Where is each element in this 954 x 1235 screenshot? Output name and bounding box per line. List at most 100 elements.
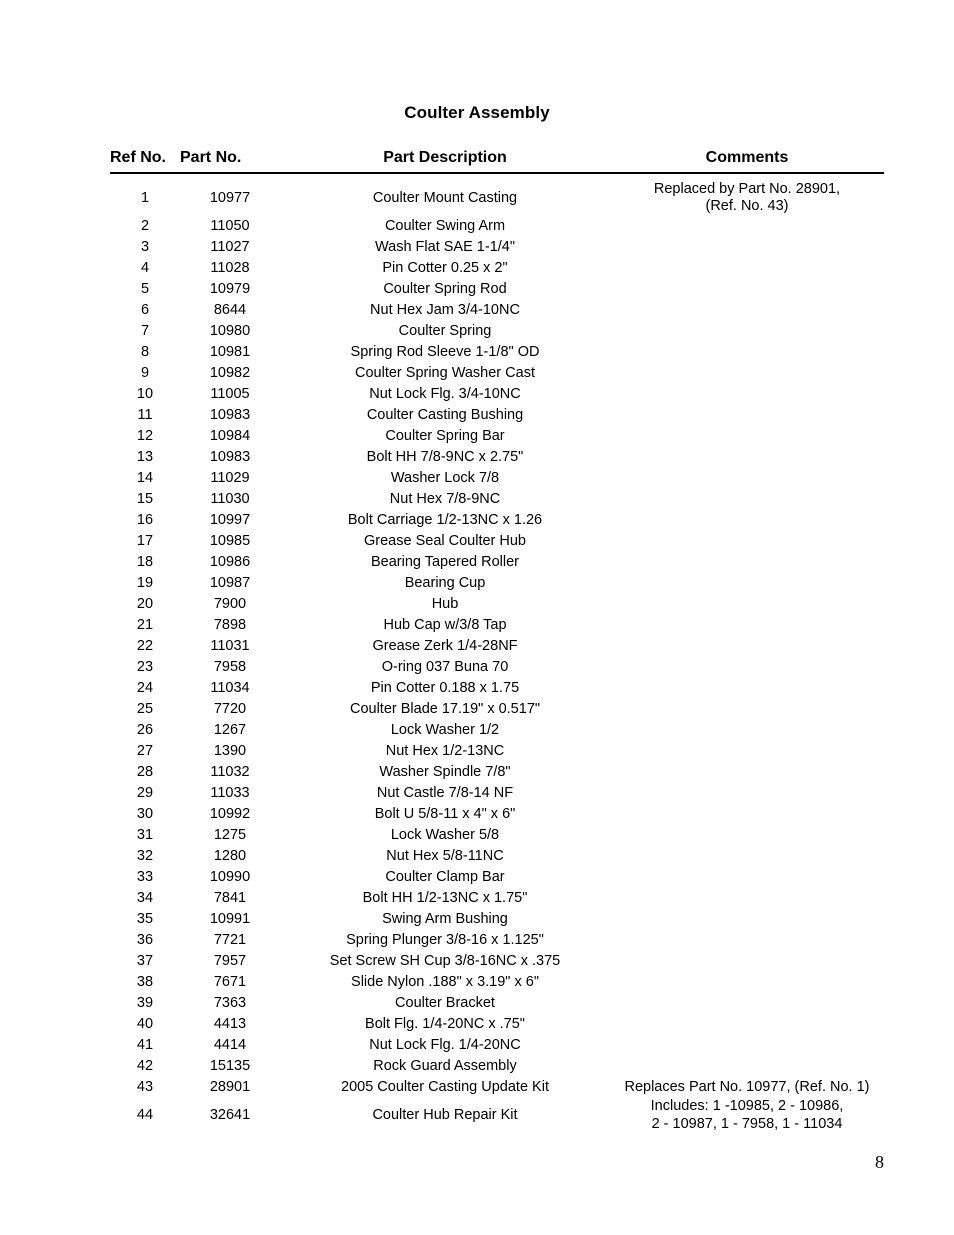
cell-comments bbox=[610, 615, 884, 636]
cell-part-no: 1275 bbox=[213, 826, 247, 843]
cell-comments bbox=[610, 1056, 884, 1077]
table-row: 20 7900 Hub bbox=[110, 594, 884, 615]
cell-comments bbox=[610, 930, 884, 951]
cell-comments bbox=[610, 300, 884, 321]
cell-description: Bolt HH 1/2-13NC x 1.75" bbox=[362, 889, 528, 906]
cell-ref-no: 15 bbox=[136, 490, 154, 507]
page-number: 8 bbox=[875, 1152, 884, 1172]
table-row: 39 7363 Coulter Bracket bbox=[110, 993, 884, 1014]
document-page: Coulter Assembly Ref No. Part No. Part D… bbox=[0, 0, 954, 1235]
cell-part-no: 11031 bbox=[210, 637, 250, 654]
table-row: 8 10981 Spring Rod Sleeve 1-1/8" OD bbox=[110, 342, 884, 363]
cell-description: Coulter Bracket bbox=[395, 994, 495, 1011]
cell-comments bbox=[610, 405, 884, 426]
table-row: 14 11029 Washer Lock 7/8 bbox=[110, 468, 884, 489]
cell-ref-no: 43 bbox=[136, 1078, 154, 1095]
cell-description: Washer Spindle 7/8" bbox=[379, 763, 511, 780]
cell-ref-no: 7 bbox=[140, 322, 150, 339]
cell-ref-no: 38 bbox=[136, 973, 154, 990]
cell-part-no: 10986 bbox=[209, 553, 251, 570]
cell-comments bbox=[610, 447, 884, 468]
table-row: 9 10982 Coulter Spring Washer Cast bbox=[110, 363, 884, 384]
cell-description: Grease Seal Coulter Hub bbox=[364, 532, 526, 549]
cell-ref-no: 30 bbox=[136, 805, 154, 822]
cell-part-no: 11028 bbox=[210, 259, 250, 276]
page-title: Coulter Assembly bbox=[404, 103, 550, 122]
cell-part-no: 7841 bbox=[213, 889, 247, 906]
cell-description: Bolt Carriage 1/2-13NC x 1.26 bbox=[347, 511, 543, 528]
cell-ref-no: 44 bbox=[136, 1107, 154, 1124]
cell-description: Nut Castle 7/8-14 NF bbox=[376, 784, 514, 801]
cell-description: Spring Rod Sleeve 1-1/8" OD bbox=[350, 343, 540, 360]
cell-description: Set Screw SH Cup 3/8-16NC x .375 bbox=[329, 952, 561, 969]
cell-comments bbox=[610, 720, 884, 741]
cell-description: Bolt Flg. 1/4-20NC x .75" bbox=[365, 1015, 525, 1032]
cell-part-no: 10977 bbox=[209, 189, 251, 206]
cell-comments bbox=[610, 678, 884, 699]
cell-description: Pin Cotter 0.25 x 2" bbox=[382, 259, 508, 276]
cell-description: Bolt U 5/8-11 x 4" x 6" bbox=[374, 805, 516, 822]
cell-comments bbox=[610, 531, 884, 552]
cell-part-no: 10985 bbox=[209, 532, 251, 549]
cell-part-no: 7957 bbox=[213, 952, 247, 969]
cell-part-no: 1280 bbox=[213, 847, 247, 864]
cell-ref-no: 24 bbox=[136, 679, 154, 696]
table-row: 5 10979 Coulter Spring Rod bbox=[110, 279, 884, 300]
cell-part-no: 7671 bbox=[213, 973, 247, 990]
cell-comments bbox=[610, 804, 884, 825]
cell-ref-no: 35 bbox=[136, 910, 154, 927]
cell-part-no: 15135 bbox=[209, 1057, 251, 1074]
cell-description: Bearing Cup bbox=[404, 574, 486, 591]
table-row: 44 32641 Coulter Hub Repair Kit Includes: 1… bbox=[110, 1098, 884, 1133]
table-row: 4 11028 Pin Cotter 0.25 x 2" bbox=[110, 258, 884, 279]
cell-comments bbox=[610, 468, 884, 489]
cell-comments bbox=[610, 384, 884, 405]
cell-comments: Replaced by Part No. 28901, (Ref. No. 43) bbox=[610, 173, 884, 216]
column-header-comments: Comments bbox=[610, 149, 884, 174]
cell-comments bbox=[610, 699, 884, 720]
cell-part-no: 10983 bbox=[209, 448, 251, 465]
cell-comments bbox=[610, 783, 884, 804]
cell-ref-no: 29 bbox=[136, 784, 154, 801]
table-row: 27 1390 Nut Hex 1/2-13NC bbox=[110, 741, 884, 762]
cell-comments bbox=[610, 888, 884, 909]
table-row: 19 10987 Bearing Cup bbox=[110, 573, 884, 594]
cell-part-no: 11027 bbox=[210, 238, 250, 255]
cell-ref-no: 32 bbox=[136, 847, 154, 864]
column-header-description: Part Description bbox=[280, 149, 610, 174]
cell-part-no: 7720 bbox=[213, 700, 247, 717]
cell-description: Coulter Spring bbox=[398, 322, 492, 339]
cell-part-no: 10980 bbox=[209, 322, 251, 339]
cell-description: Coulter Spring Bar bbox=[385, 427, 505, 444]
cell-ref-no: 22 bbox=[136, 637, 154, 654]
cell-comments bbox=[610, 867, 884, 888]
cell-part-no: 7898 bbox=[213, 616, 247, 633]
cell-description: Washer Lock 7/8 bbox=[390, 469, 500, 486]
cell-description: Hub Cap w/3/8 Tap bbox=[383, 616, 507, 633]
table-row: 3 11027 Wash Flat SAE 1-1/4" bbox=[110, 237, 884, 258]
table-row: 41 4414 Nut Lock Flg. 1/4-20NC bbox=[110, 1035, 884, 1056]
cell-comments bbox=[610, 489, 884, 510]
table-row: 30 10992 Bolt U 5/8-11 x 4" x 6" bbox=[110, 804, 884, 825]
cell-part-no: 10997 bbox=[209, 511, 251, 528]
cell-description: Coulter Swing Arm bbox=[384, 217, 506, 234]
cell-ref-no: 1 bbox=[140, 189, 150, 206]
cell-part-no: 10982 bbox=[209, 364, 251, 381]
cell-ref-no: 18 bbox=[136, 553, 154, 570]
cell-comments bbox=[610, 279, 884, 300]
cell-part-no: 11034 bbox=[210, 679, 250, 696]
cell-part-no: 11005 bbox=[210, 385, 250, 402]
cell-description: Nut Hex 1/2-13NC bbox=[385, 742, 505, 759]
comment-line: Replaced by Part No. 28901, bbox=[653, 180, 841, 197]
cell-ref-no: 13 bbox=[136, 448, 154, 465]
table-row: 21 7898 Hub Cap w/3/8 Tap bbox=[110, 615, 884, 636]
cell-comments bbox=[610, 909, 884, 930]
cell-ref-no: 10 bbox=[136, 385, 154, 402]
table-row: 11 10983 Coulter Casting Bushing bbox=[110, 405, 884, 426]
cell-comments: Replaces Part No. 10977, (Ref. No. 1) bbox=[610, 1077, 884, 1098]
column-header-ref-no: Ref No. bbox=[110, 149, 180, 174]
table-row: 33 10990 Coulter Clamp Bar bbox=[110, 867, 884, 888]
table-row: 35 10991 Swing Arm Bushing bbox=[110, 909, 884, 930]
cell-comments bbox=[610, 426, 884, 447]
cell-description: O-ring 037 Buna 70 bbox=[381, 658, 509, 675]
